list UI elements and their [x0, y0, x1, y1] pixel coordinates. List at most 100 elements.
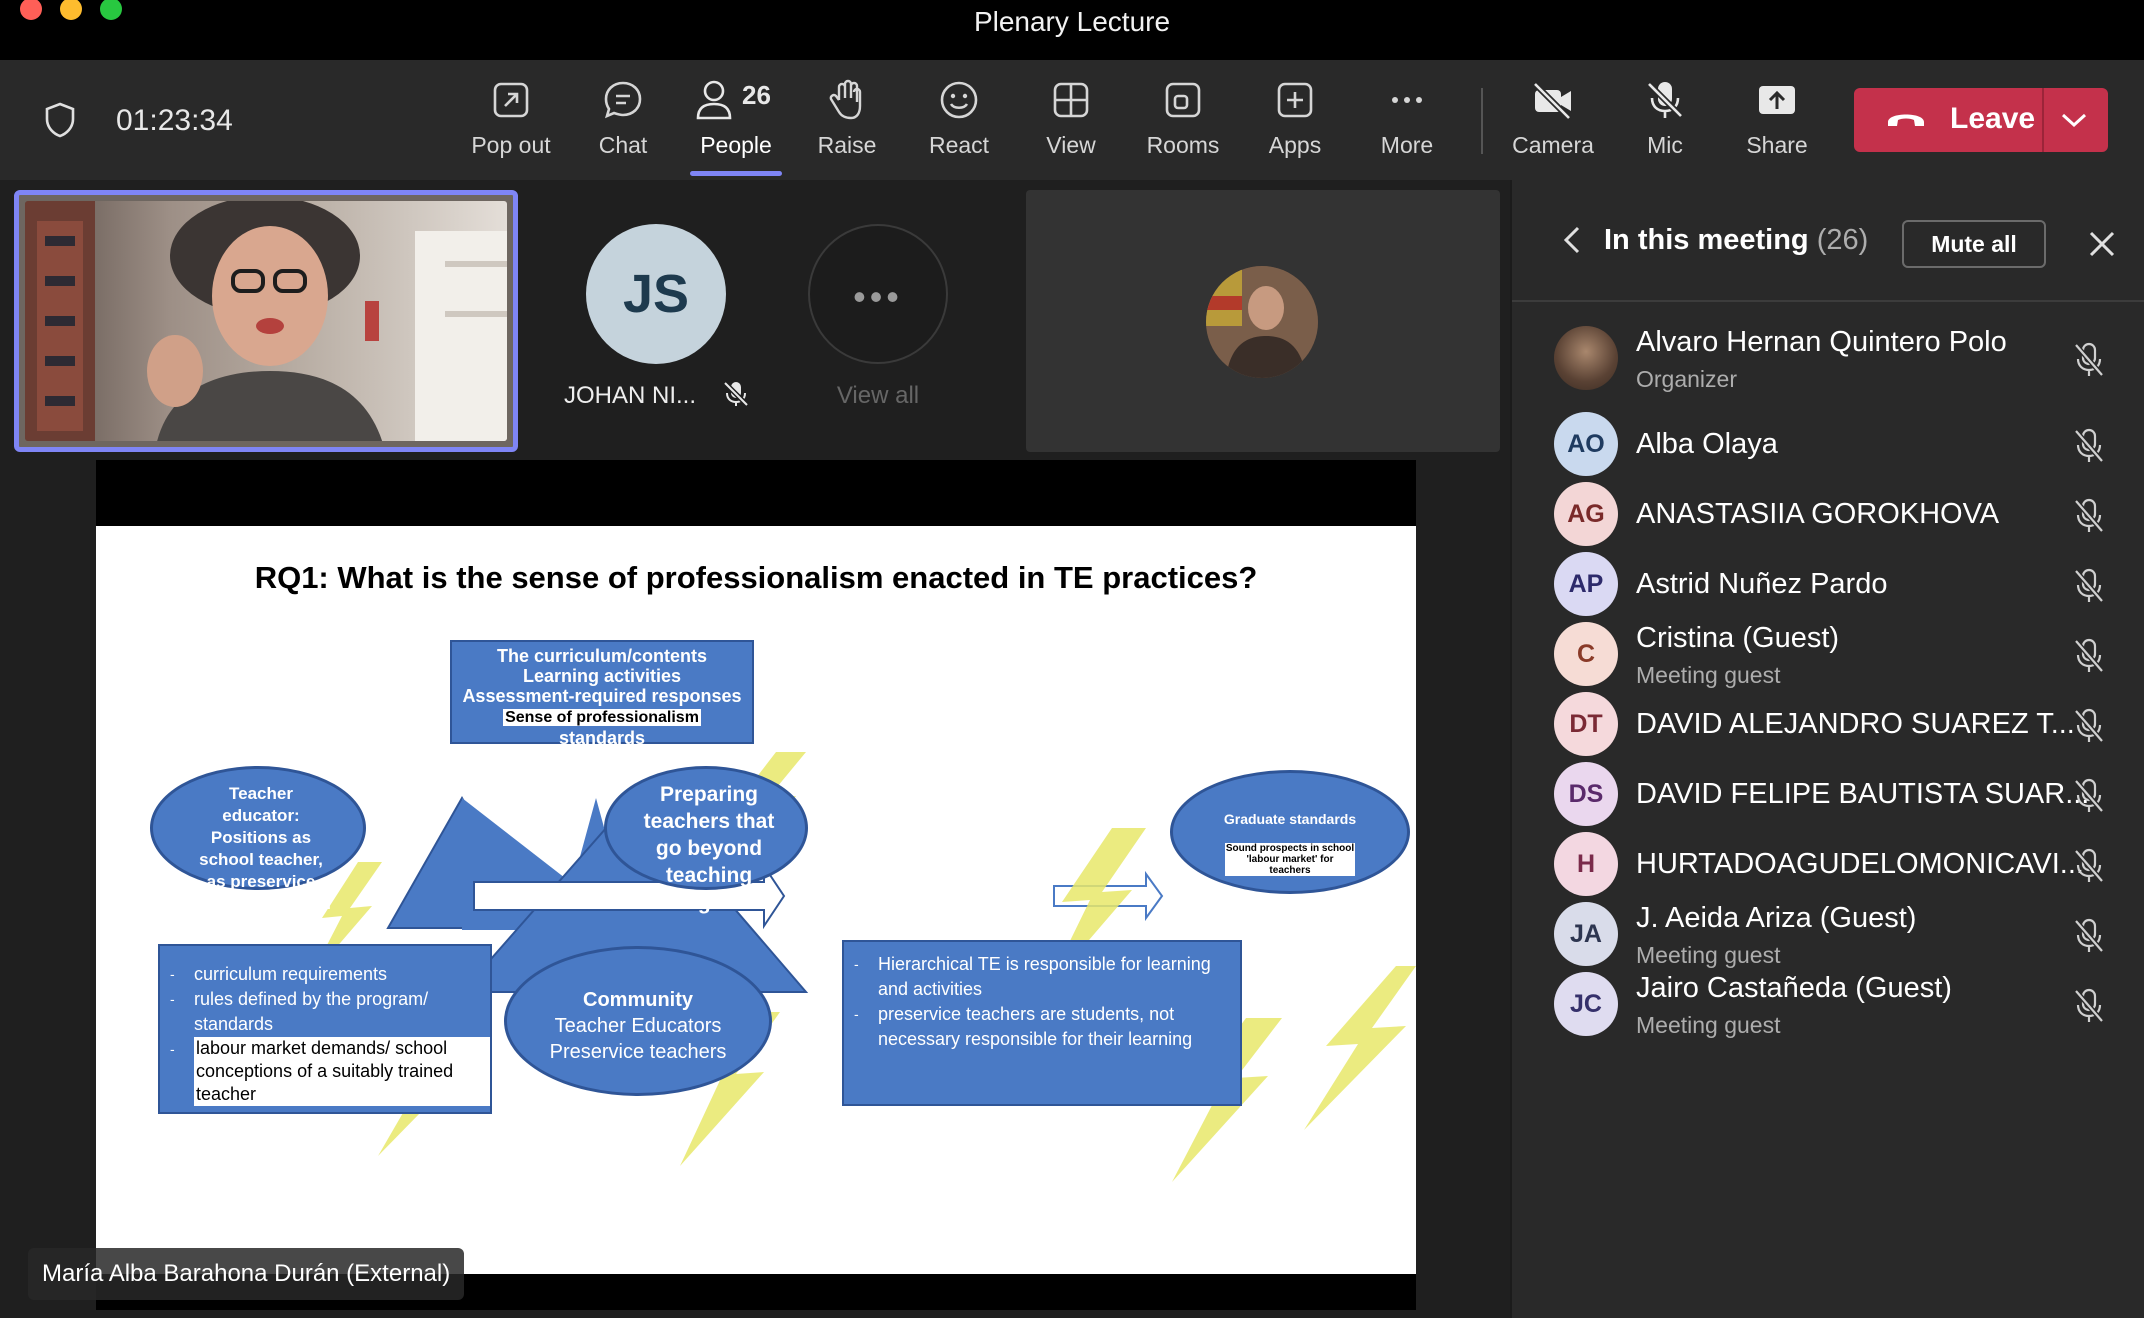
presentation-slide: RQ1: What is the sense of professionalis…	[96, 526, 1416, 1274]
participant-role: Meeting guest	[1636, 1012, 1781, 1038]
mic-off-icon[interactable]	[2072, 988, 2106, 1024]
teacher-educator-oval: Teacher educator: Positions as school te…	[150, 766, 366, 935]
view-all-label: View all	[836, 382, 920, 409]
shared-screen: RQ1: What is the sense of professionalis…	[96, 460, 1416, 1310]
organizer-avatar	[1206, 266, 1318, 378]
react-button[interactable]: React	[903, 78, 1015, 168]
panel-title-text: In this meeting	[1604, 224, 1809, 256]
participant-name: Alba Olaya	[1636, 428, 1778, 460]
preparing-teachers-oval: Preparing teachers that go beyond teachi…	[604, 766, 808, 914]
organizer-photo	[1206, 266, 1318, 378]
panel-header: In this meeting (26) Mute all	[1512, 180, 2144, 302]
participant-role: Organizer	[1636, 366, 1737, 392]
view-button[interactable]: View	[1015, 78, 1127, 168]
hierarchical-box: Hierarchical TE is responsible for learn…	[842, 940, 1242, 1106]
mic-off-icon[interactable]	[2072, 342, 2106, 378]
smiley-icon	[940, 81, 978, 119]
view-all-button[interactable]: •••	[808, 224, 948, 364]
more-button[interactable]: More	[1351, 78, 1463, 168]
hierarchical-item: preservice teachers are students, not ne…	[844, 1002, 1240, 1052]
participant-row[interactable]: Alvaro Hernan Quintero Polo Organizer	[1512, 304, 2144, 400]
share-button[interactable]: Share	[1721, 78, 1833, 168]
panel-count: (26)	[1816, 224, 1869, 256]
chat-button[interactable]: Chat	[567, 78, 679, 168]
mic-off-icon[interactable]	[2072, 918, 2106, 954]
requirements-item: rules defined by the program/ standards	[160, 987, 490, 1037]
hang-up-icon	[1888, 114, 1924, 126]
camera-label: Camera	[1512, 132, 1594, 158]
people-button[interactable]: 26 People	[680, 78, 792, 168]
participant-name: Cristina (Guest)	[1636, 622, 1840, 654]
people-icon	[696, 80, 732, 120]
mic-off-icon[interactable]	[2072, 778, 2106, 814]
view-label: View	[1046, 132, 1096, 158]
speaker-video-tile[interactable]	[14, 190, 518, 452]
toolbar-divider	[1481, 88, 1483, 154]
title-bar: Plenary Lecture	[0, 0, 2144, 60]
mic-off-icon[interactable]	[2072, 638, 2106, 674]
participant-name: HURTADOAGUDELOMONICAVI...	[1636, 848, 2084, 880]
requirements-highlight: labour market demands/ school conception…	[194, 1037, 490, 1106]
participant-avatar-js[interactable]: JS	[586, 224, 726, 364]
community-title: Community	[583, 989, 693, 1011]
close-icon[interactable]	[2086, 228, 2118, 260]
leave-separator	[2042, 88, 2044, 152]
participant-avatar: JC	[1554, 972, 1618, 1036]
community-line: Teacher Educators	[554, 1015, 722, 1037]
mic-off-icon[interactable]	[2072, 568, 2106, 604]
mic-off-icon	[1646, 81, 1684, 119]
shield-icon[interactable]	[44, 102, 76, 138]
community-line: Preservice teachers	[549, 1041, 727, 1063]
participant-tile-organizer[interactable]	[1026, 190, 1500, 452]
participant-name: DAVID FELIPE BAUTISTA SUAR...	[1636, 778, 2090, 810]
chat-icon	[604, 81, 642, 119]
teacher-educator-text: Teacher educator: Positions as school te…	[191, 784, 331, 935]
mic-off-icon[interactable]	[2072, 428, 2106, 464]
raise-hand-button[interactable]: Raise	[791, 78, 903, 168]
camera-button[interactable]: Camera	[1497, 78, 1609, 168]
requirements-box: curriculum requirements rules defined by…	[158, 944, 492, 1114]
leave-button[interactable]: Leave	[1854, 88, 2108, 152]
participant-name-js: JOHAN NI...	[564, 382, 697, 409]
more-label: More	[1380, 132, 1434, 158]
participant-name: Alvaro Hernan Quintero Polo	[1636, 326, 2007, 358]
participants-panel: In this meeting (26) Mute all Alvaro Her…	[1510, 180, 2144, 1318]
more-dots-icon	[1392, 97, 1422, 103]
chat-label: Chat	[598, 132, 648, 158]
raise-hand-icon	[829, 79, 862, 120]
mic-button[interactable]: Mic	[1609, 78, 1721, 168]
rooms-icon	[1165, 82, 1201, 118]
graduate-standards-body: Sound prospects in school 'labour market…	[1225, 843, 1355, 876]
participant-name: Astrid Nuñez Pardo	[1636, 568, 1888, 600]
community-oval: Community Teacher Educators Preservice t…	[504, 946, 772, 1096]
view-grid-icon	[1053, 82, 1089, 118]
preparing-teachers-text: Preparing teachers that go beyond teachi…	[643, 783, 775, 914]
meeting-toolbar: 01:23:34 Pop out Chat 26 People Raise Re…	[0, 60, 2144, 180]
leave-label: Leave	[1950, 102, 2036, 135]
people-label: People	[700, 132, 772, 158]
speaker-video-image	[25, 201, 507, 441]
top-box-line: standards	[558, 728, 646, 748]
apps-button[interactable]: Apps	[1239, 78, 1351, 168]
chevron-down-icon[interactable]	[2060, 110, 2088, 130]
mic-off-icon	[723, 381, 749, 407]
raise-label: Raise	[817, 132, 877, 158]
people-count: 26	[742, 80, 771, 110]
mic-off-icon[interactable]	[2072, 848, 2106, 884]
participant-row[interactable]: JC Jairo Castañeda (Guest) Meeting guest	[1512, 950, 2144, 1046]
participant-photo	[1554, 326, 1618, 390]
meeting-timer: 01:23:34	[116, 104, 233, 137]
pop-out-button[interactable]: Pop out	[455, 78, 567, 168]
mute-all-button[interactable]: Mute all	[1902, 220, 2046, 268]
speaker-video	[25, 201, 507, 441]
top-box-line: Learning activities	[522, 666, 682, 686]
mic-off-icon[interactable]	[2072, 498, 2106, 534]
window-title: Plenary Lecture	[973, 6, 1171, 37]
chevron-left-icon[interactable]	[1560, 224, 1584, 256]
meeting-stage: JS JOHAN NI... ••• View all RQ1: What is…	[0, 180, 1510, 1318]
mic-off-icon[interactable]	[2072, 708, 2106, 744]
speaker-name-label: María Alba Barahona Durán (External)	[28, 1248, 465, 1300]
apps-label: Apps	[1268, 132, 1322, 158]
rooms-button[interactable]: Rooms	[1127, 78, 1239, 168]
participant-name: ANASTASIIA GOROKHOVA	[1636, 498, 2000, 530]
